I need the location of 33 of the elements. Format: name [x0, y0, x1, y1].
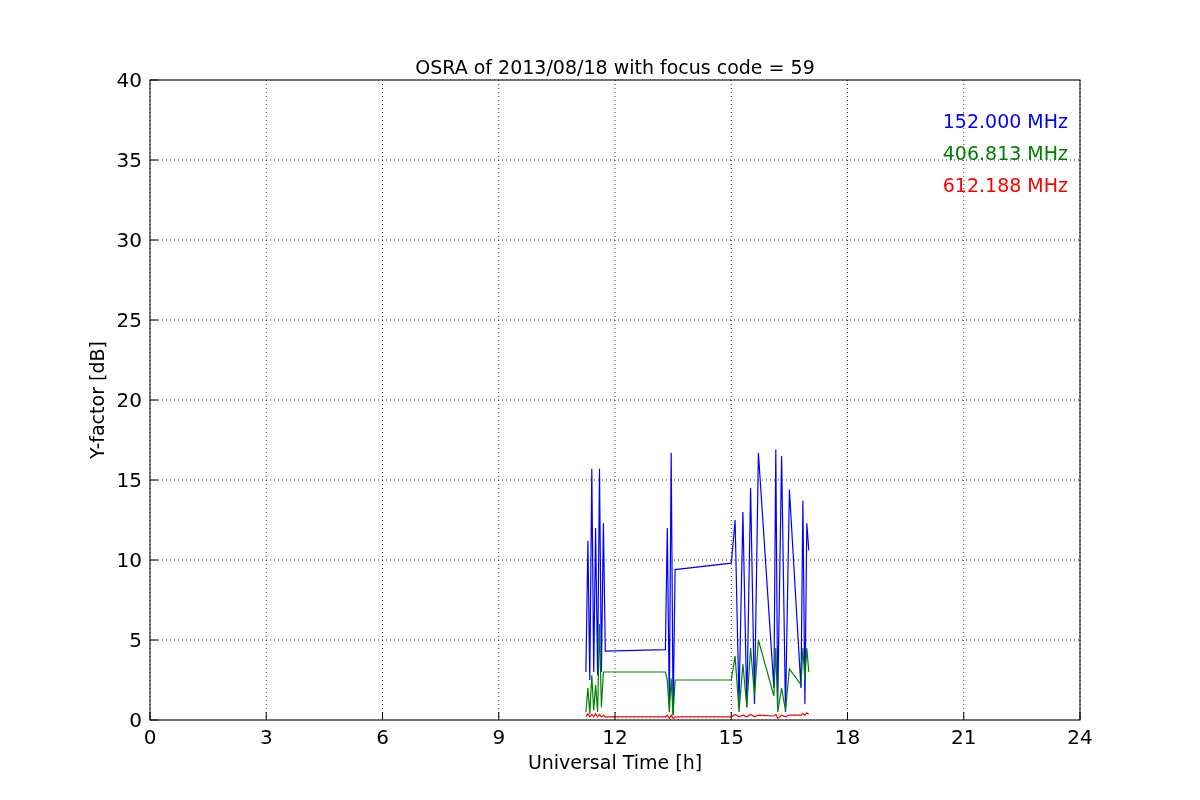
tick-mark	[265, 711, 267, 721]
x-tick-label: 15	[718, 725, 744, 749]
x-tick-label: 0	[143, 725, 157, 749]
x-tick-label: 12	[602, 725, 628, 749]
y-tick-label: 20	[116, 388, 142, 412]
x-tick-label: 18	[834, 725, 861, 749]
tick-mark	[614, 711, 616, 721]
y-tick-label: 40	[116, 68, 142, 92]
legend-entry: 406.813 MHz	[942, 142, 1068, 164]
y-tick-label: 35	[116, 148, 142, 172]
tick-mark	[963, 711, 965, 721]
y-axis-label: Y-factor [dB]	[86, 341, 108, 459]
y-tick-label: 10	[116, 548, 142, 572]
x-tick-label: 6	[376, 725, 389, 749]
y-tick-label: 25	[116, 308, 142, 332]
y-tick-label: 30	[116, 228, 142, 252]
tick-mark	[498, 711, 500, 721]
y-tick-label: 0	[129, 708, 142, 732]
tick-mark	[1079, 711, 1081, 721]
x-axis-label: Universal Time [h]	[527, 751, 703, 773]
tick-mark	[382, 711, 383, 721]
legend-entry: 612.188 MHz	[942, 174, 1068, 196]
x-tick-label: 9	[492, 725, 506, 749]
tick-mark	[149, 79, 159, 81]
x-tick-label: 3	[259, 725, 273, 749]
y-tick-label: 5	[129, 628, 142, 652]
y-tick-label: 15	[116, 468, 142, 492]
x-tick-label: 21	[951, 725, 977, 749]
tick-mark	[730, 711, 732, 721]
legend-entry: 152.000 MHz	[942, 110, 1068, 132]
chart-title: OSRA of 2013/08/18 with focus code = 59	[415, 56, 815, 78]
x-tick-label: 24	[1067, 725, 1093, 749]
tick-mark	[847, 711, 848, 721]
